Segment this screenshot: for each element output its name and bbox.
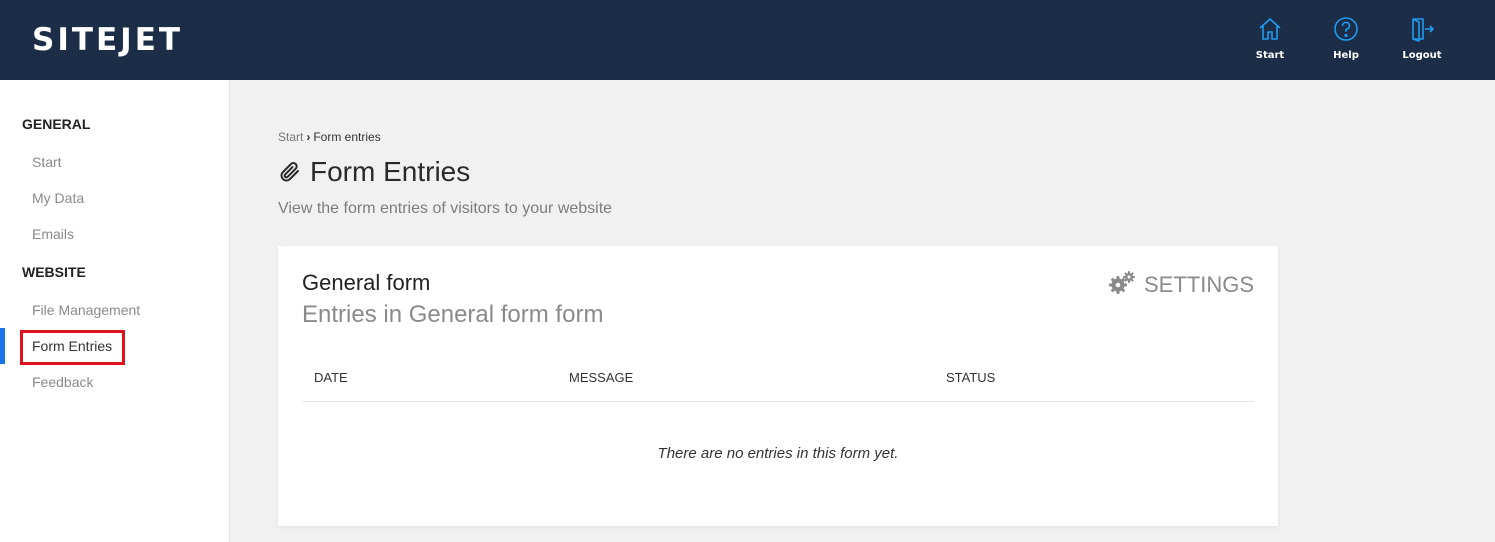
sidebar-item-emails[interactable]: Emails bbox=[32, 226, 74, 242]
form-title: General form bbox=[302, 270, 431, 295]
sidebar-item-my-data[interactable]: My Data bbox=[32, 190, 84, 206]
breadcrumb-current: Form entries bbox=[313, 130, 381, 144]
nav-start-button[interactable]: Start bbox=[1240, 16, 1300, 61]
sidebar-heading-general: GENERAL bbox=[22, 116, 91, 132]
top-navbar: SITEJET Start Help Logout bbox=[0, 0, 1495, 80]
page-subtitle: View the form entries of visitors to you… bbox=[278, 200, 613, 217]
sidebar-item-feedback[interactable]: Feedback bbox=[32, 374, 93, 390]
table-divider bbox=[302, 401, 1254, 402]
nav-logout-label: Logout bbox=[1402, 50, 1442, 61]
form-card: General form Entries in General form for… bbox=[278, 246, 1278, 526]
sidebar: GENERAL Start My Data Emails WEBSITE Fil… bbox=[0, 80, 230, 542]
sidebar-item-file-management[interactable]: File Management bbox=[32, 302, 140, 318]
home-icon bbox=[1259, 18, 1281, 40]
nav-start-label: Start bbox=[1255, 50, 1285, 61]
sidebar-item-start[interactable]: Start bbox=[32, 154, 62, 170]
nav-logout-button[interactable]: Logout bbox=[1392, 16, 1452, 61]
column-header-date[interactable]: DATE bbox=[314, 370, 348, 385]
nav-help-label: Help bbox=[1333, 50, 1359, 61]
sitejet-logo[interactable]: SITEJET bbox=[32, 22, 183, 58]
gears-icon bbox=[1108, 271, 1135, 294]
breadcrumb-separator-icon: › bbox=[306, 130, 311, 144]
help-icon bbox=[1334, 17, 1358, 41]
page-title-text: Form Entries bbox=[310, 156, 471, 187]
page-title: Form Entries bbox=[278, 156, 470, 188]
breadcrumb-start-link[interactable]: Start bbox=[278, 130, 303, 144]
logout-icon bbox=[1412, 18, 1434, 42]
breadcrumb: Start › Form entries bbox=[278, 130, 381, 144]
column-header-message[interactable]: MESSAGE bbox=[569, 370, 633, 385]
column-header-status[interactable]: STATUS bbox=[946, 370, 995, 385]
settings-button[interactable]: SETTINGS bbox=[1108, 270, 1254, 298]
settings-label: SETTINGS bbox=[1143, 272, 1254, 297]
paperclip-icon bbox=[280, 162, 299, 182]
form-subtitle: Entries in General form form bbox=[302, 301, 604, 328]
nav-help-button[interactable]: Help bbox=[1316, 16, 1376, 61]
highlight-box bbox=[20, 330, 125, 365]
empty-state-message: There are no entries in this form yet. bbox=[657, 445, 899, 462]
sidebar-heading-website: WEBSITE bbox=[22, 264, 86, 280]
active-indicator bbox=[0, 328, 5, 364]
